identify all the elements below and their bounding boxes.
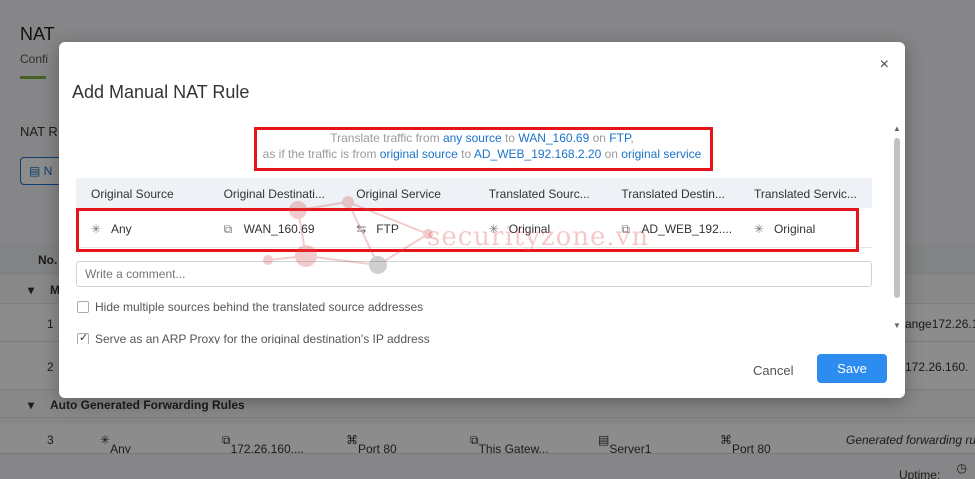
arp-proxy-checkbox[interactable] [77,331,89,344]
col-translated-source: Translated Sourc... [488,187,590,201]
save-button[interactable]: Save [817,354,887,383]
scroll-up-icon[interactable]: ▲ [893,124,901,133]
col-translated-destination: Translated Destin... [621,187,725,201]
rule-table-header: Original Source Original Destinati... Or… [76,178,872,208]
close-icon[interactable]: × [880,56,889,74]
option-arp-proxy[interactable]: Serve as an ARP Proxy for the original d… [77,331,430,344]
col-translated-service: Translated Servic... [753,187,857,201]
highlight-box-summary [254,127,713,171]
option-hide-sources[interactable]: Hide multiple sources behind the transla… [77,300,423,314]
col-original-service: Original Service [356,187,441,201]
add-nat-rule-dialog: Add Manual NAT Rule × Translate traffic … [59,42,905,398]
watermark-text: securityzone.vn [427,222,650,252]
hide-sources-checkbox[interactable] [77,301,89,313]
dialog-scrollbar[interactable]: ▲ ▼ [893,124,901,330]
scroll-thumb[interactable] [894,138,900,298]
dialog-title: Add Manual NAT Rule [72,82,250,102]
comment-input[interactable] [76,261,872,287]
col-original-destination: Original Destinati... [223,187,325,201]
scroll-down-icon[interactable]: ▼ [893,321,901,330]
col-original-source: Original Source [91,187,174,201]
cancel-button[interactable]: Cancel [753,363,793,378]
